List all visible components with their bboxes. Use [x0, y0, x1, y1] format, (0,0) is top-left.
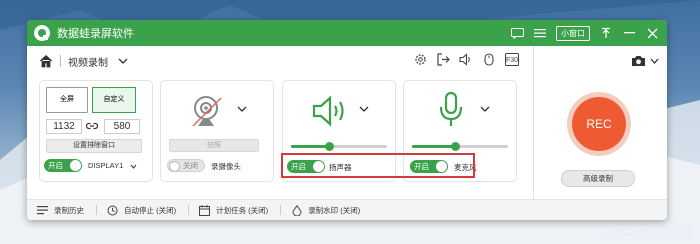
- speaker-icon[interactable]: [459, 52, 473, 66]
- menu-icon[interactable]: [533, 26, 547, 40]
- app-logo-icon: [34, 25, 50, 41]
- rec-label: REC: [586, 117, 612, 131]
- speaker-volume-fill: [291, 145, 330, 148]
- webcam-icon: [192, 96, 222, 127]
- page-watermark: @稀土掘金技术社区: [601, 227, 692, 238]
- advanced-record-button[interactable]: 高级录制: [561, 170, 635, 187]
- display-toggle-label: 开启: [48, 161, 63, 170]
- speaker-volume-slider[interactable]: [291, 142, 387, 151]
- link-icon[interactable]: [86, 122, 98, 130]
- nav-divider: [60, 55, 61, 67]
- close-icon[interactable]: [645, 26, 659, 40]
- app-window: 数据蛙录屏软件 小窗口 视频录制 F30 全屏 自定义 1132 580 设置排…: [27, 20, 667, 220]
- status-divider: [188, 205, 190, 215]
- rec-button[interactable]: REC: [567, 92, 631, 156]
- mic-volume-slider[interactable]: [412, 142, 508, 151]
- annotation-highlight-box: [281, 153, 475, 178]
- photo-button[interactable]: 拍照: [169, 139, 259, 152]
- mic-chevron-down-icon[interactable]: [480, 106, 490, 112]
- clock-icon: [107, 205, 118, 216]
- export-icon[interactable]: [436, 52, 450, 66]
- camera-label: 录摄像头: [211, 162, 241, 171]
- app-title: 数据蛙录屏软件: [57, 28, 134, 40]
- display-toggle[interactable]: 开启: [44, 159, 82, 172]
- history-item[interactable]: 录制历史: [37, 205, 84, 216]
- height-input[interactable]: 580: [104, 119, 140, 134]
- microphone-icon: [439, 91, 463, 126]
- speaker-chevron-down-icon[interactable]: [359, 106, 369, 112]
- custom-area-label: 自定义: [103, 96, 125, 103]
- height-value: 580: [113, 121, 131, 132]
- status-divider: [96, 205, 97, 215]
- speaker-volume-thumb[interactable]: [324, 142, 334, 151]
- camera-chevron-down-icon[interactable]: [237, 106, 247, 112]
- mouse-icon[interactable]: [482, 52, 496, 66]
- fullscreen-button[interactable]: 全屏: [46, 87, 88, 113]
- toggle-knob: [169, 161, 180, 172]
- display-chevron-down-icon[interactable]: [130, 164, 137, 169]
- chevron-down-icon[interactable]: [118, 58, 128, 64]
- mic-volume-thumb[interactable]: [450, 142, 460, 151]
- pin-icon[interactable]: [599, 26, 613, 40]
- display-label: DISPLAY1: [88, 161, 124, 170]
- camera-icon[interactable]: [631, 55, 646, 67]
- tool-icons: F30: [413, 52, 519, 66]
- camera-card: 拍照 关闭 录摄像头: [160, 80, 274, 182]
- speaker-large-icon: [312, 95, 344, 127]
- width-input[interactable]: 1132: [46, 119, 82, 134]
- title-bar: 数据蛙录屏软件 小窗口: [27, 20, 667, 46]
- auto-stop-label: 自动停止 (关闭): [124, 205, 177, 215]
- status-bar: 录制历史 自动停止 (关闭) 计划任务 (关闭) 录制水印 (关闭): [27, 199, 667, 220]
- drop-icon: [291, 204, 302, 216]
- toggle-knob: [70, 160, 81, 171]
- rec-button-inner[interactable]: REC: [572, 97, 626, 151]
- home-icon[interactable]: [39, 54, 53, 68]
- camera-toggle-label: 关闭: [183, 161, 198, 170]
- fps-icon[interactable]: F30: [505, 52, 519, 66]
- minimize-icon[interactable]: [622, 26, 636, 40]
- chat-icon[interactable]: [510, 26, 524, 40]
- auto-stop-item[interactable]: 自动停止 (关闭): [107, 205, 176, 216]
- settings-icon[interactable]: [413, 52, 427, 66]
- watermark-item[interactable]: 录制水印 (关闭): [291, 204, 361, 216]
- fullscreen-label: 全屏: [60, 96, 74, 103]
- history-label: 录制历史: [54, 205, 84, 215]
- watermark-label: 录制水印 (关闭): [308, 205, 361, 215]
- status-divider: [280, 205, 282, 215]
- exclude-window-button[interactable]: 设置排除窗口: [46, 139, 142, 153]
- fps-label: F30: [506, 57, 518, 64]
- screenshot-chevron-down-icon[interactable]: [650, 58, 659, 64]
- custom-area-button[interactable]: 自定义: [92, 87, 136, 113]
- photo-label: 拍照: [207, 142, 221, 149]
- schedule-item[interactable]: 计划任务 (关闭): [199, 204, 269, 216]
- window-controls: 小窗口: [510, 20, 659, 46]
- camera-toggle[interactable]: 关闭: [167, 159, 205, 172]
- calendar-icon: [199, 204, 211, 216]
- mode-label[interactable]: 视频录制: [68, 54, 108, 69]
- screen-card: 全屏 自定义 1132 580 设置排除窗口 开启 DISPLAY1: [39, 80, 153, 182]
- exclude-window-label: 设置排除窗口: [73, 142, 115, 149]
- screenshot-control[interactable]: [631, 55, 659, 67]
- width-value: 1132: [53, 121, 75, 132]
- mic-volume-fill: [412, 145, 456, 148]
- mini-window-button[interactable]: 小窗口: [556, 25, 590, 41]
- list-icon: [37, 205, 48, 216]
- schedule-label: 计划任务 (关闭): [216, 205, 269, 215]
